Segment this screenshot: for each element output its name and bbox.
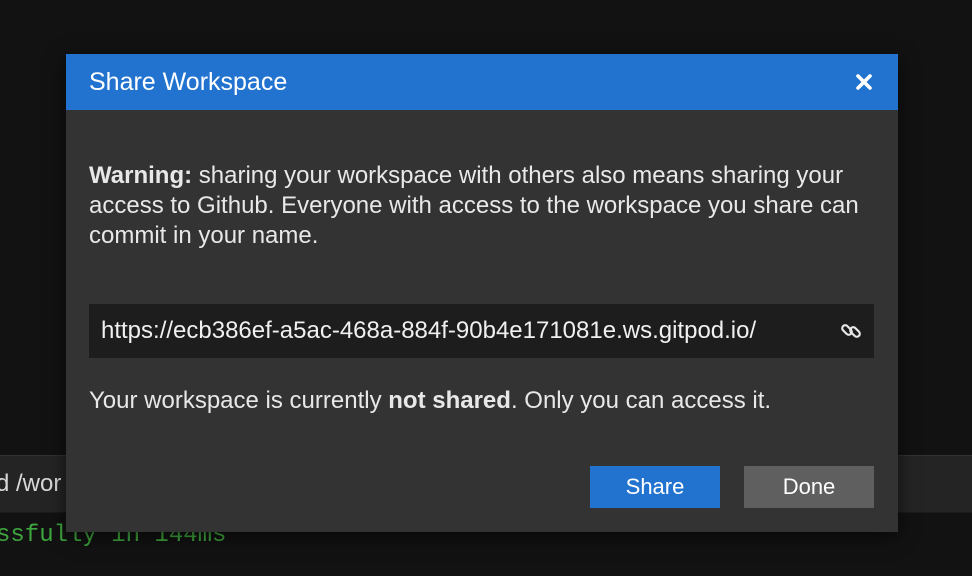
share-workspace-dialog: Share Workspace Warning: sharing your wo… [66,54,898,532]
dialog-header: Share Workspace [66,54,898,110]
status-suffix: . Only you can access it. [510,387,772,414]
status-state: not shared [388,387,511,414]
status-prefix: Your workspace is currently [89,387,389,414]
warning-label: Warning: [89,162,193,189]
copy-link-button[interactable] [838,318,864,344]
workspace-url[interactable]: https://ecb386ef-a5ac-468a-884f-90b4e171… [101,317,838,345]
workspace-url-field[interactable]: https://ecb386ef-a5ac-468a-884f-90b4e171… [89,304,874,358]
share-status: Your workspace is currently not shared. … [89,386,771,416]
link-icon [841,324,861,338]
done-button[interactable]: Done [744,466,874,508]
close-button[interactable] [850,68,878,96]
warning-message: Warning: sharing your workspace with oth… [89,161,879,251]
background-path-text: d /wor [0,470,62,497]
dialog-title: Share Workspace [89,68,288,96]
warning-text: sharing your workspace with others also … [89,162,859,249]
close-icon [856,74,872,90]
share-button[interactable]: Share [590,466,720,508]
